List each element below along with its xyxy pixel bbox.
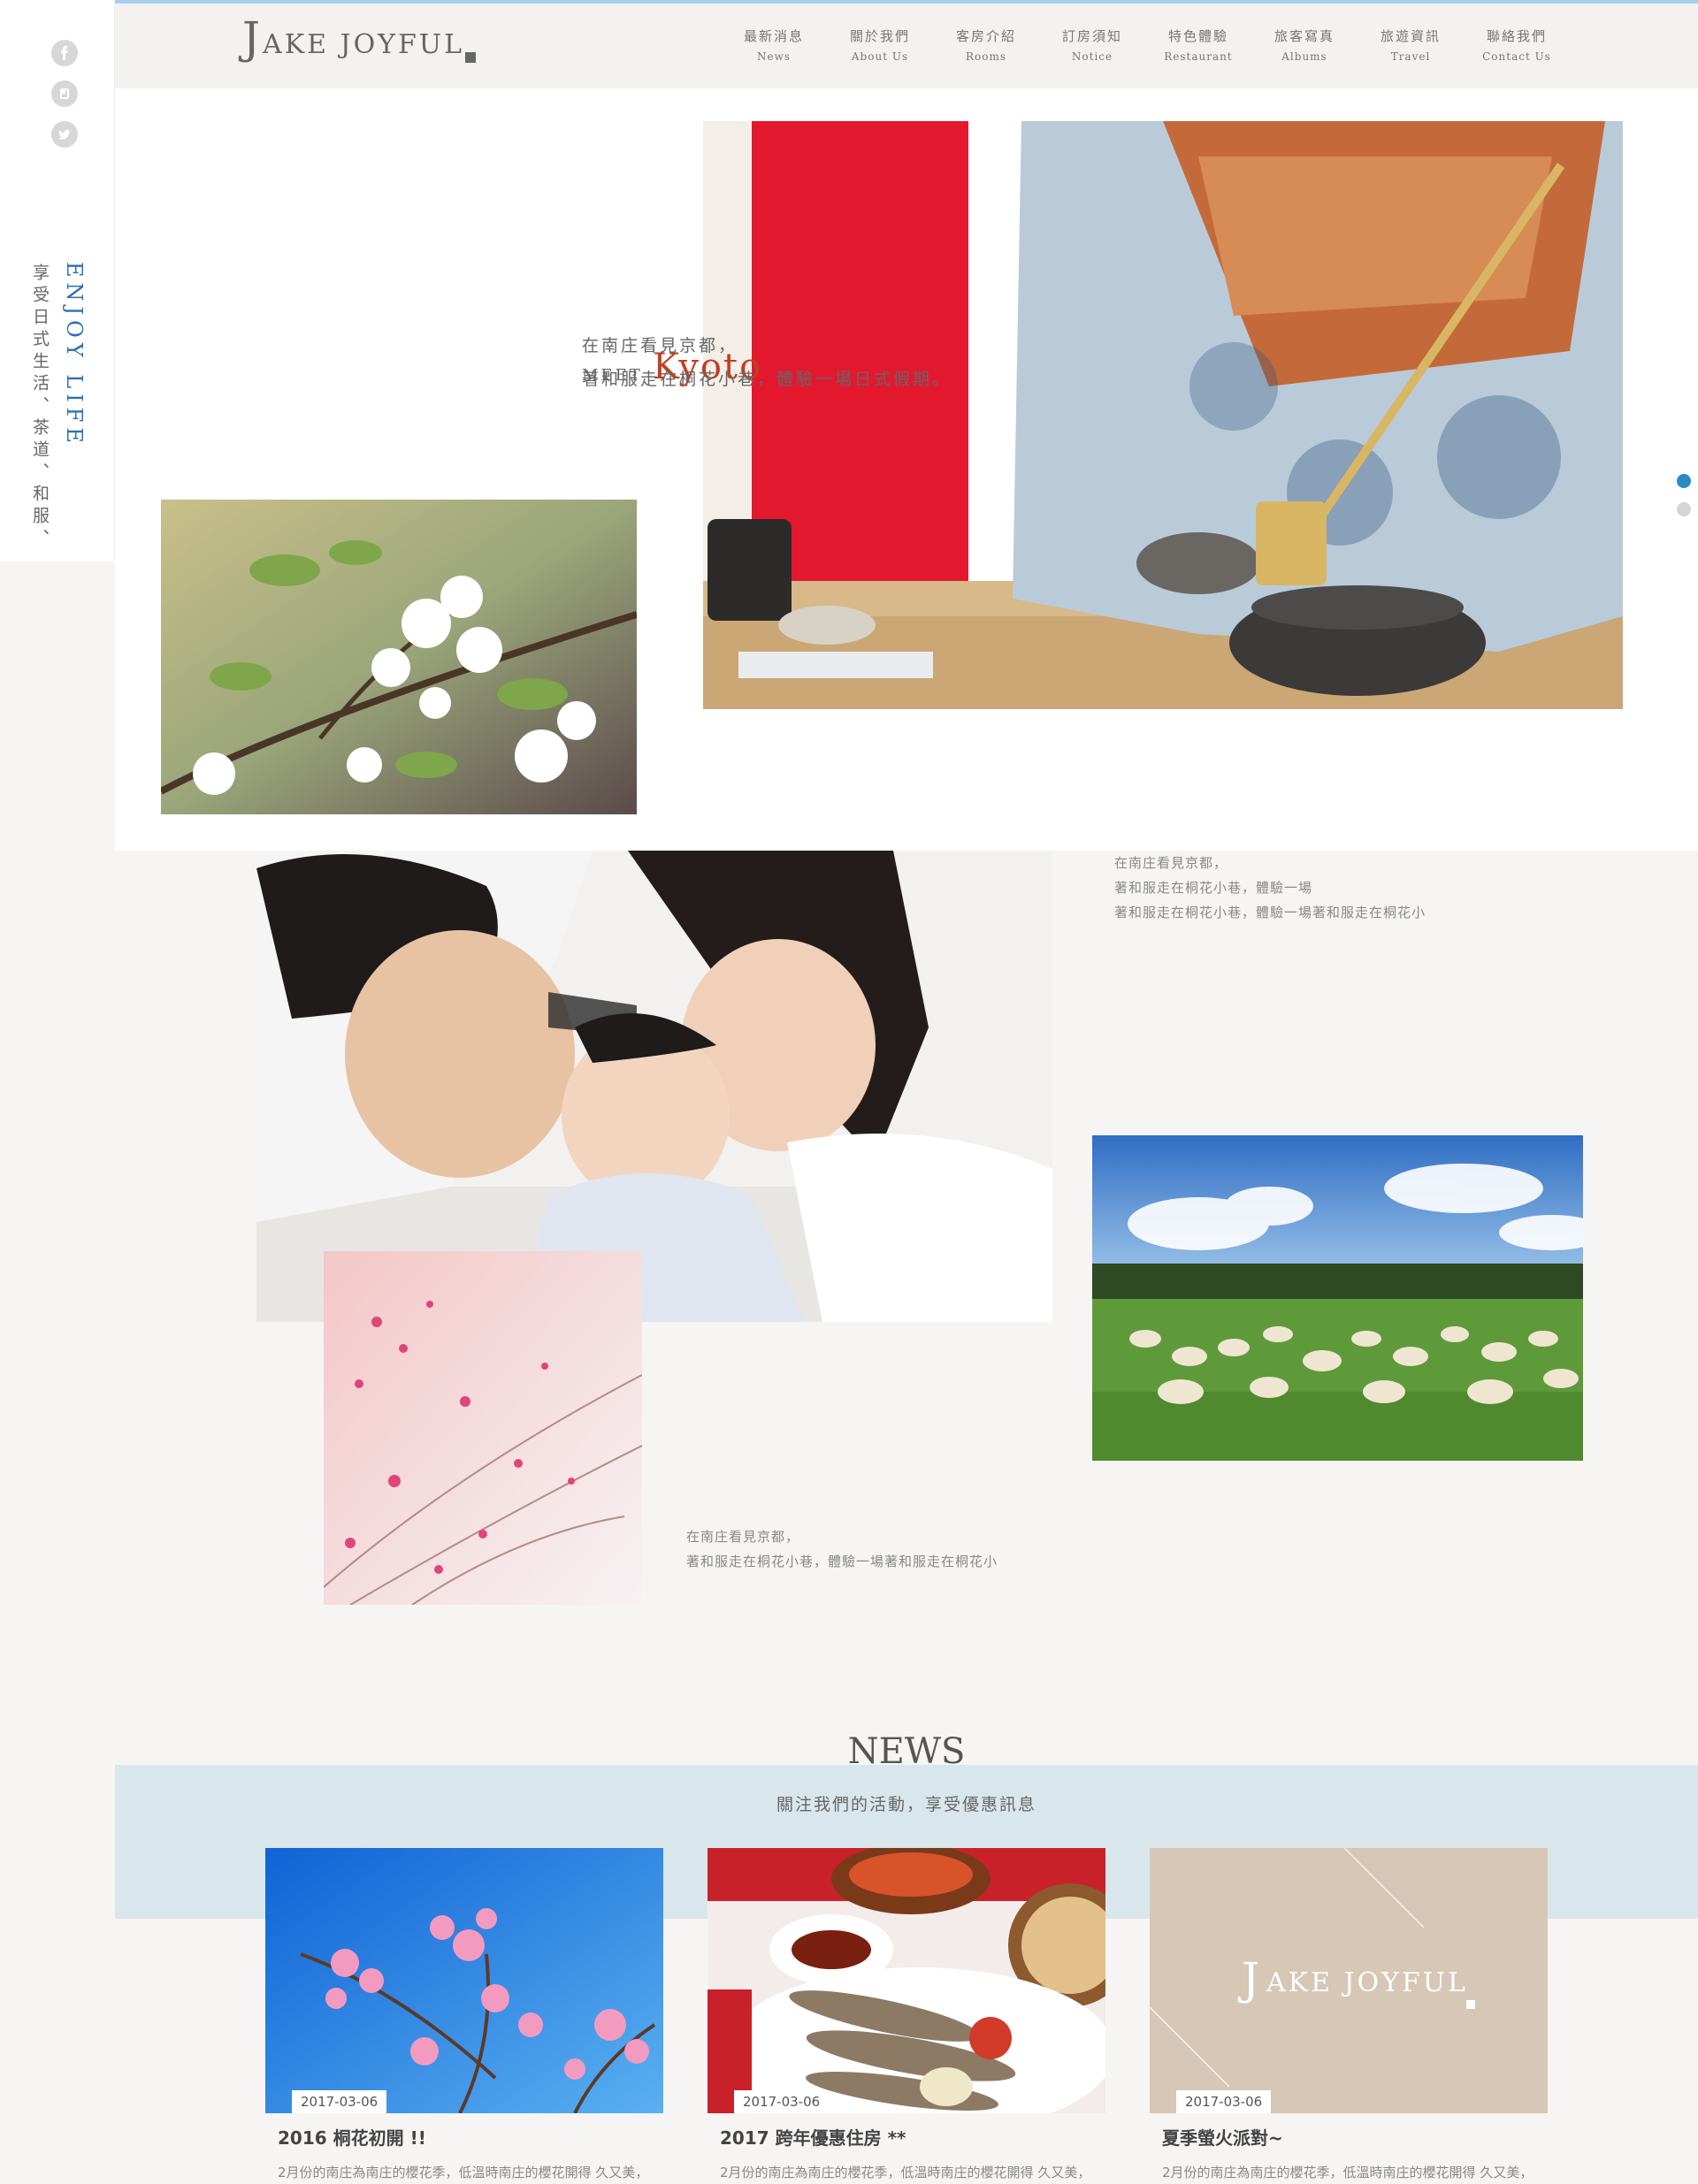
news-date: 2017-03-06 [1176,2090,1272,2113]
tea-ceremony-photo [703,121,1623,709]
slide-dot-active[interactable] [1677,474,1691,488]
news-card-title[interactable]: 夏季螢火派對~ [1162,2124,1283,2150]
news-date: 2017-03-06 [734,2090,830,2113]
news-card-image: 2017-03-06 [265,1848,663,2113]
nav-item-contact[interactable]: 聯絡我們 Contact Us [1468,27,1565,63]
nav-item-notice[interactable]: 訂房須知 Notice [1044,27,1141,63]
enjoy-life-subtitle: 享受日式生活、茶道、和服、 [30,263,50,551]
news-card-3[interactable]: J AKE JOYFUL 2017-03-06 夏季螢火派對~ 2月份的南庄為南… [1150,1848,1548,2180]
nav-item-news[interactable]: 最新消息 News [725,27,822,63]
news-card-title[interactable]: 2017 跨年優惠住房 ** [720,2124,906,2150]
site-header: JAKE JOYFUL 最新消息 News 關於我們 About Us 客房介紹 Ro… [115,4,1698,88]
logo-dot [465,52,476,63]
intro-text-block-1: 在南庄看見京都， 著和服走在桐花小巷，體驗一場 著和服走在桐花小巷，體驗一場著和… [1114,855,1426,920]
news-card-1[interactable]: 2017-03-06 2016 桐花初開 !! 2月份的南庄為南庄的櫻花季，低溫… [265,1848,663,2180]
nav-item-rooms[interactable]: 客房介紹 Rooms [937,27,1035,63]
slide-dot[interactable] [1677,502,1691,516]
twitter-icon[interactable] [51,121,78,148]
enjoy-life-title: ENJOY LIFE [62,262,87,448]
sheep-field-photo [1092,1135,1583,1461]
plurk-icon[interactable] [51,80,78,107]
left-rail: ENJOY LIFE 享受日式生活、茶道、和服、 [0,0,115,561]
news-card-2[interactable]: 2017-03-06 2017 跨年優惠住房 ** 2月份的南庄為南庄的櫻花季，… [708,1848,1105,2180]
hero-line-1: 在南庄看見京都， [582,336,738,355]
news-card-title[interactable]: 2016 桐花初開 !! [278,2124,426,2150]
news-card-text: 2月份的南庄為南庄的櫻花季，低溫時南庄的櫻花開得 久又美， [1162,2165,1534,2180]
news-card-text: 2月份的南庄為南庄的櫻花季，低溫時南庄的櫻花開得 久又美， [278,2165,649,2180]
nav-item-travel[interactable]: 旅遊資訊 Travel [1362,27,1459,63]
intro-text-block-2: 在南庄看見京都， 著和服走在桐花小巷，體驗一場著和服走在桐花小 [686,1529,998,1569]
news-card-image: J AKE JOYFUL 2017-03-06 [1150,1848,1548,2113]
pink-flower-photo [324,1251,642,1605]
nav-item-albums[interactable]: 旅客寫真 Albums [1256,27,1353,63]
news-card-text: 2月份的南庄為南庄的櫻花季，低溫時南庄的櫻花開得 久又美， [720,2165,1091,2180]
hero-line-2: 著和服走在桐花小巷，體驗一場日式假期。 [582,370,952,389]
nav-item-about[interactable]: 關於我們 About Us [831,27,929,63]
news-card-image: 2017-03-06 [708,1848,1105,2113]
news-subtitle: 關注我們的活動，享受優惠訊息 [776,1795,1036,1814]
news-title: NEWS [847,1731,966,1772]
site-logo[interactable]: JAKE JOYFUL [242,12,464,64]
blossom-photo [161,500,637,814]
nav-item-restaurant[interactable]: 特色體驗 Restaurant [1150,27,1247,63]
svg-text:AKE JOYFUL: AKE JOYFUL [1266,1967,1468,1998]
news-date: 2017-03-06 [292,2090,387,2113]
facebook-icon[interactable] [51,40,78,66]
hero-section: MEET Kyoto 在南庄看見京都， 著和服走在桐花小巷，體驗一場日式假期。 [115,88,1698,851]
